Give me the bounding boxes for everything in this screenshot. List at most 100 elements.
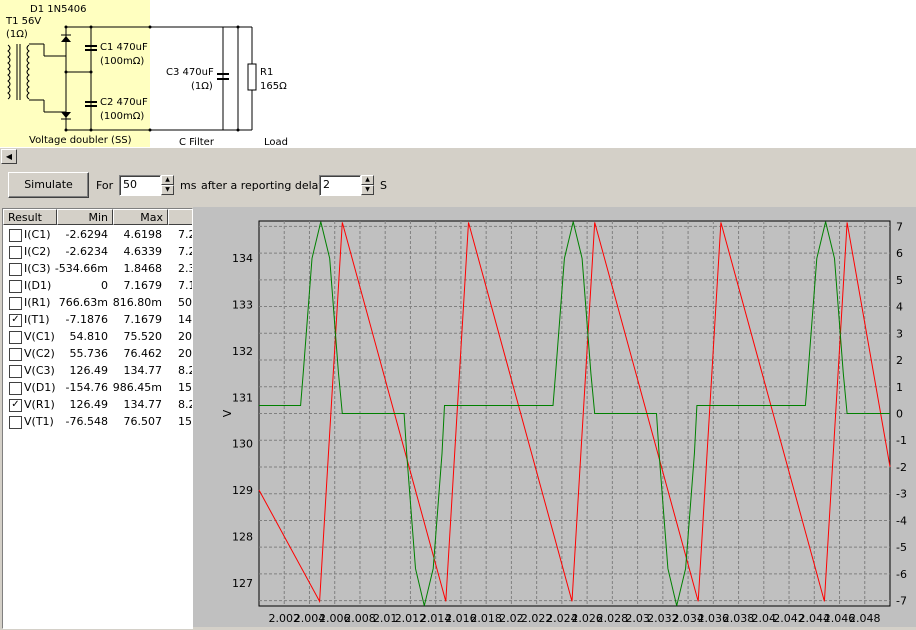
y-left-tick-label: 129: [232, 484, 253, 497]
block-voltage-doubler: Voltage doubler (SS): [29, 135, 132, 146]
table-row[interactable]: I(C2) -2.6234 4.6339 7.2: [3, 243, 192, 260]
c3-label: C3 470uF: [166, 67, 214, 78]
y-right-tick-label: 0: [896, 408, 903, 421]
result-min: 126.49: [69, 364, 109, 377]
result-name: I(C3): [24, 262, 51, 275]
chart-svg: 2.0022.0042.0062.0082.012.0122.0142.0162…: [221, 220, 907, 625]
ms-label: ms: [180, 179, 197, 192]
result-name: V(C3): [24, 364, 55, 377]
y-right-tick-label: 7: [896, 220, 903, 233]
x-tick-label: 2.028: [597, 612, 629, 625]
table-row[interactable]: V(T1) -76.548 76.507 15: [3, 413, 192, 430]
row-checkbox[interactable]: [9, 331, 22, 344]
waveform-chart: 2.002 2.004 2.006 2.008 2.01 2.012 2.014 2.016 2…: [193, 207, 916, 627]
result-name: V(C2): [24, 347, 55, 360]
row-checkbox[interactable]: [9, 365, 22, 378]
result-max: 134.77: [123, 398, 163, 411]
duration-value[interactable]: 50: [123, 178, 137, 191]
table-row[interactable]: V(C1) 54.810 75.520 20.: [3, 328, 192, 345]
result-extra: 14.: [178, 313, 192, 326]
y-right-tick-label: -2: [896, 461, 907, 474]
result-max: 7.1679: [123, 279, 163, 292]
row-checkbox[interactable]: ✓: [9, 399, 22, 412]
result-max: 7.1679: [123, 313, 163, 326]
result-name: V(D1): [24, 381, 56, 394]
row-checkbox[interactable]: [9, 382, 22, 395]
spin-up-icon[interactable]: ▲: [161, 175, 174, 185]
table-row[interactable]: I(R1) 766.63m 816.80m 50.1: [3, 294, 192, 311]
sim-toolbar: Simulate For 50 ▲ ▼ ms after a reporting …: [0, 164, 916, 204]
spin-up-icon[interactable]: ▲: [361, 175, 374, 185]
schematic-hscrollbar[interactable]: ◀: [0, 147, 916, 165]
row-checkbox[interactable]: ✓: [9, 314, 22, 327]
y-left-tick-label: 133: [232, 298, 253, 311]
column-header-max[interactable]: Max: [113, 209, 168, 225]
c1-label: C1 470uF: [100, 42, 148, 53]
s-label: S: [380, 179, 387, 192]
x-tick-label: 2.008: [344, 612, 376, 625]
result-extra: 7.2: [178, 245, 192, 258]
x-tick-label: 2.048: [849, 612, 881, 625]
y-left-tick-label: 127: [232, 577, 253, 590]
table-row[interactable]: ✓V(R1) 126.49 134.77 8.2: [3, 396, 192, 413]
t1-res: (1Ω): [6, 29, 28, 40]
row-checkbox[interactable]: [9, 246, 22, 259]
y-right-tick-label: -3: [896, 488, 907, 501]
schematic-panel: D1 1N5406 T1 56V (1Ω) C1 470uF (100mΩ) C…: [0, 0, 916, 147]
table-row[interactable]: I(C1) -2.6294 4.6198 7.2: [3, 226, 192, 243]
y-right-tick-label: 3: [896, 327, 903, 340]
y-left-tick-label: 132: [232, 345, 253, 358]
duration-spin-buttons[interactable]: ▲ ▼: [161, 175, 174, 195]
row-checkbox[interactable]: [9, 263, 22, 276]
table-row[interactable]: V(D1) -154.76 986.45m 15: [3, 379, 192, 396]
y-right-tick-label: 2: [896, 354, 903, 367]
spin-down-icon[interactable]: ▼: [161, 185, 174, 195]
result-max: 76.462: [123, 347, 163, 360]
y-left-tick-label: 128: [232, 530, 253, 543]
result-name: V(R1): [24, 398, 55, 411]
result-min: -7.1876: [65, 313, 108, 326]
simulate-button[interactable]: Simulate: [8, 172, 89, 198]
result-name: V(C1): [24, 330, 55, 343]
result-name: I(C2): [24, 245, 51, 258]
y-right-tick-label: -7: [896, 595, 907, 608]
table-row[interactable]: ✓I(T1) -7.1876 7.1679 14.: [3, 311, 192, 328]
result-max: 76.507: [123, 415, 163, 428]
row-checkbox[interactable]: [9, 229, 22, 242]
y-right-tick-label: 6: [896, 247, 903, 260]
table-row[interactable]: V(C2) 55.736 76.462 20.: [3, 345, 192, 362]
result-max: 134.77: [123, 364, 163, 377]
spin-down-icon[interactable]: ▼: [361, 185, 374, 195]
result-name: I(R1): [24, 296, 51, 309]
result-max: 816.80m: [112, 296, 162, 309]
block-load: Load: [264, 137, 288, 147]
t1-label: T1 56V: [5, 16, 41, 27]
table-row[interactable]: I(C3)-534.66m 1.8468 2.3: [3, 260, 192, 277]
duration-stepper[interactable]: 50: [119, 175, 161, 196]
row-checkbox[interactable]: [9, 416, 22, 429]
y-left-tick-label: 134: [232, 252, 253, 265]
result-min: -76.548: [65, 415, 108, 428]
y-axis-label: V: [221, 409, 234, 417]
delay-spin-buttons[interactable]: ▲ ▼: [361, 175, 374, 195]
delay-stepper[interactable]: 2: [319, 175, 361, 196]
column-header-result[interactable]: Result: [3, 209, 57, 225]
row-checkbox[interactable]: [9, 297, 22, 310]
result-name: I(C1): [24, 228, 51, 241]
result-max: 75.520: [123, 330, 163, 343]
row-checkbox[interactable]: [9, 280, 22, 293]
column-header-min[interactable]: Min: [57, 209, 113, 225]
row-checkbox[interactable]: [9, 348, 22, 361]
result-extra: 20.: [178, 347, 192, 360]
table-row[interactable]: V(C3) 126.49 134.77 8.2: [3, 362, 192, 379]
result-extra: 7.1: [178, 279, 192, 292]
x-tick-label: 2.038: [723, 612, 755, 625]
result-extra: 15: [178, 415, 192, 428]
result-max: 4.6339: [123, 245, 163, 258]
delay-value[interactable]: 2: [323, 178, 330, 191]
y-right-tick-label: 5: [896, 274, 903, 287]
table-row[interactable]: I(D1) 0 7.1679 7.1: [3, 277, 192, 294]
scroll-left-icon[interactable]: ◀: [1, 149, 17, 164]
column-header-extra[interactable]: [168, 209, 192, 225]
result-name: I(T1): [24, 313, 50, 326]
